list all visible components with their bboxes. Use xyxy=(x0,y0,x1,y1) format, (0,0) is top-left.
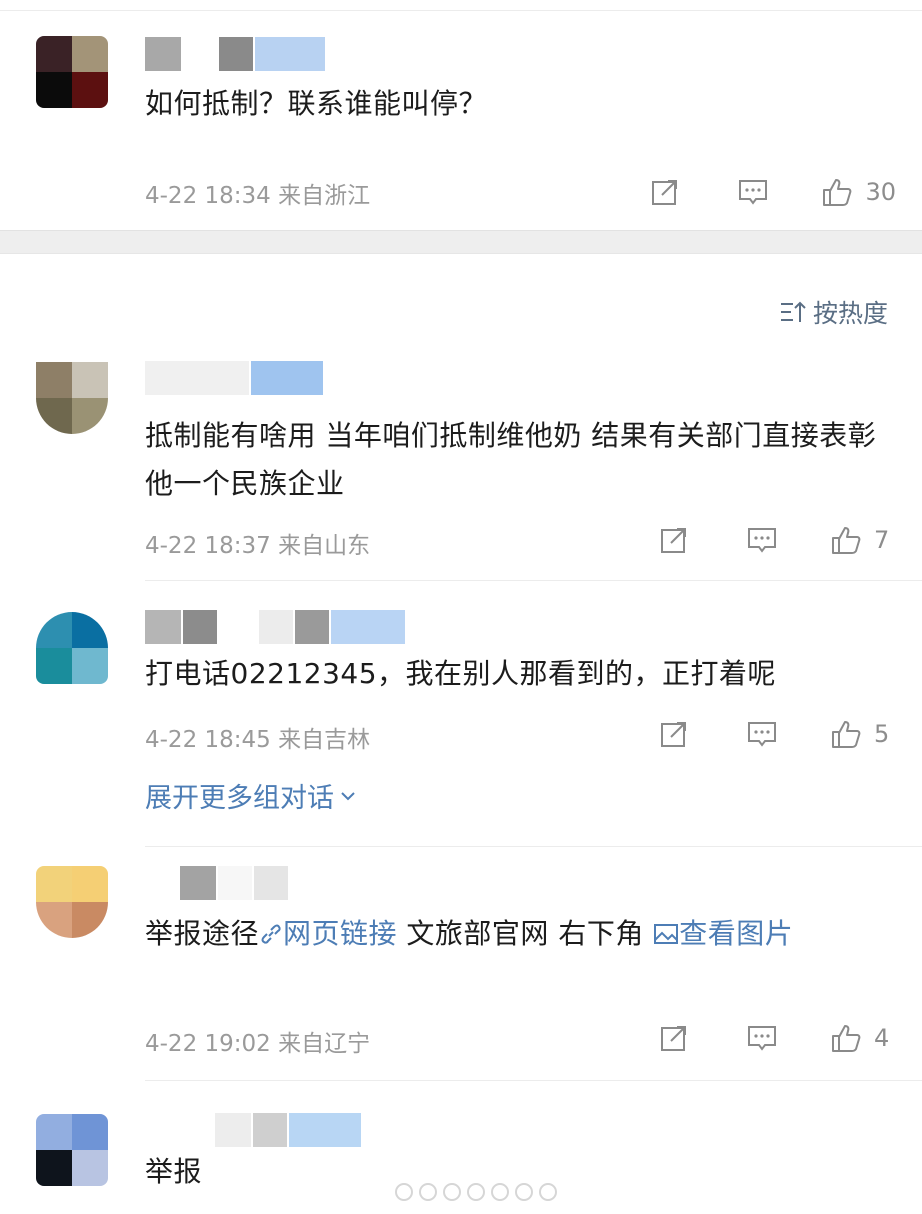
reply-button[interactable] xyxy=(742,714,782,754)
avatar[interactable] xyxy=(36,612,108,684)
like-count: 30 xyxy=(865,178,896,206)
image-icon xyxy=(654,924,679,944)
thumbs-up-icon xyxy=(832,721,861,748)
comment-icon xyxy=(748,722,776,747)
like-count: 7 xyxy=(874,526,890,554)
timestamp: 4-22 18:37 xyxy=(145,533,271,559)
web-link[interactable]: 网页链接 xyxy=(259,917,397,950)
location: 来自吉林 xyxy=(278,727,371,753)
like-button[interactable]: 4 xyxy=(830,1018,894,1058)
like-button[interactable]: 5 xyxy=(830,714,894,754)
repost-button[interactable] xyxy=(654,714,694,754)
repost-icon xyxy=(661,528,686,553)
username-blurred[interactable] xyxy=(145,610,405,644)
comment-actions: 5 xyxy=(654,714,894,754)
like-button[interactable]: 7 xyxy=(830,520,894,560)
chevron-down-icon xyxy=(341,791,355,800)
comment-actions: 7 xyxy=(654,520,894,560)
repost-icon xyxy=(661,722,686,747)
thumbs-up-icon xyxy=(823,179,852,206)
repost-button[interactable] xyxy=(654,520,694,560)
sort-label: 按热度 xyxy=(812,299,888,328)
repost-icon xyxy=(661,1026,686,1051)
text-prefix: 举报途径 xyxy=(145,917,260,950)
location: 来自浙江 xyxy=(278,183,371,209)
comment-meta: 4-22 19:02 来自辽宁 xyxy=(145,1024,370,1058)
view-image-label: 查看图片 xyxy=(679,917,794,950)
location: 来自辽宁 xyxy=(278,1031,371,1057)
timestamp: 4-22 18:45 xyxy=(145,727,271,753)
like-count: 4 xyxy=(874,1024,890,1052)
username-blurred[interactable] xyxy=(145,37,325,71)
comment-text: 抵制能有啥用 当年咱们抵制维他奶 结果有关部门直接表彰他一个民族企业 xyxy=(145,419,877,500)
repost-button[interactable] xyxy=(654,1018,694,1058)
section-separator xyxy=(0,230,922,254)
comment-icon xyxy=(748,528,776,553)
reply-button[interactable] xyxy=(733,172,773,212)
thumbs-up-icon xyxy=(832,527,861,554)
comment-text: 打电话02212345，我在别人那看到的，正打着呢 xyxy=(145,657,777,690)
sort-toggle[interactable]: 按热度 xyxy=(779,294,888,330)
sort-icon xyxy=(780,301,806,322)
comment-text: 如何抵制？联系谁能叫停？ xyxy=(145,87,488,120)
repost-button[interactable] xyxy=(645,172,685,212)
like-button[interactable]: 30 xyxy=(821,172,896,212)
comment-text: 举报途径 网页链接 文旅部官网 右下角 查看图片 xyxy=(145,910,885,958)
comment-divider xyxy=(145,846,922,847)
comment-icon xyxy=(748,1026,776,1051)
avatar[interactable] xyxy=(36,36,108,108)
comment-icon xyxy=(739,180,768,205)
timestamp: 4-22 18:34 xyxy=(145,183,271,209)
expand-more-replies[interactable]: 展开更多组对话 xyxy=(145,776,358,815)
comment-actions: 4 xyxy=(654,1018,894,1058)
text-middle: 文旅部官网 右下角 xyxy=(397,917,654,950)
comment-divider xyxy=(145,1080,922,1081)
view-image-link[interactable]: 查看图片 xyxy=(653,917,793,950)
comment-divider xyxy=(145,580,922,581)
expand-label: 展开更多组对话 xyxy=(145,783,334,814)
location: 来自山东 xyxy=(278,533,371,559)
watermark xyxy=(395,1183,557,1201)
avatar[interactable] xyxy=(36,866,108,938)
comment-meta: 4-22 18:37 来自山东 xyxy=(145,526,370,560)
repost-icon xyxy=(652,180,678,205)
avatar[interactable] xyxy=(36,362,108,434)
timestamp: 4-22 19:02 xyxy=(145,1031,271,1057)
reply-button[interactable] xyxy=(742,1018,782,1058)
thumbs-up-icon xyxy=(832,1025,861,1052)
like-count: 5 xyxy=(874,720,890,748)
web-link-label: 网页链接 xyxy=(283,917,398,950)
link-icon xyxy=(261,924,281,944)
avatar[interactable] xyxy=(36,1114,108,1186)
comment-actions: 30 xyxy=(645,172,896,212)
reply-button[interactable] xyxy=(742,520,782,560)
comment-meta: 4-22 18:34 来自浙江 xyxy=(145,176,370,210)
comment-meta: 4-22 18:45 来自吉林 xyxy=(145,720,370,754)
username-blurred[interactable] xyxy=(180,866,288,900)
username-blurred[interactable] xyxy=(145,361,323,395)
username-blurred[interactable] xyxy=(215,1113,361,1147)
top-divider xyxy=(0,10,922,11)
